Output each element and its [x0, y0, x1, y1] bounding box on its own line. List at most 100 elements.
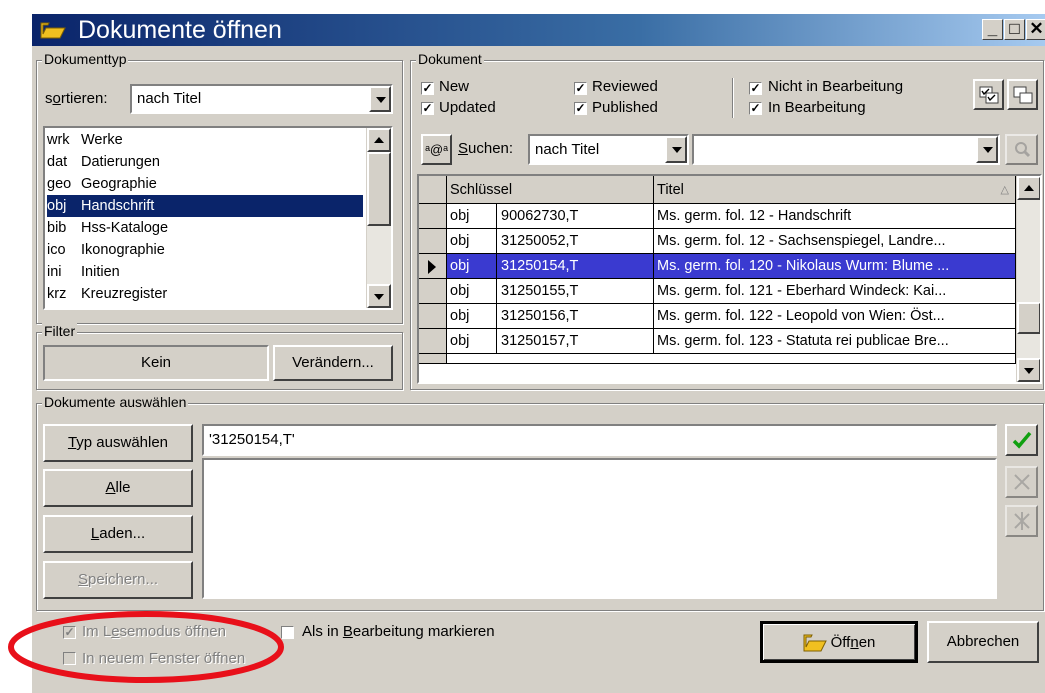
table-cell-key[interactable]: 31250157,T	[497, 329, 654, 354]
maximize-button[interactable]: □	[1004, 19, 1025, 40]
check-all-icon	[979, 86, 998, 104]
table-cell-key[interactable]: 90062730,T	[497, 204, 654, 229]
table-cell-key[interactable]: 31250156,T	[497, 304, 654, 329]
scroll-thumb[interactable]	[367, 152, 391, 226]
dokumenttyp-list-item[interactable]: ico Ikonographie	[47, 239, 363, 261]
row-indicator[interactable]	[419, 254, 447, 279]
reviewed-checkbox[interactable]: ✓	[574, 82, 587, 95]
search-go-button[interactable]	[1005, 134, 1038, 165]
dialog-window: Dokumente öffnen _ □ ✕ Dokumenttyp sorti…	[0, 0, 1045, 693]
results-grid[interactable]: Schlüssel Titel △ obj 90062730,T Ms. germ. fo…	[417, 174, 1042, 384]
dokument-label: Dokument	[416, 51, 484, 67]
column-header-key[interactable]: Schlüssel	[447, 176, 654, 204]
dokumenttyp-list-item[interactable]: geo Geographie	[47, 173, 363, 195]
dokumenttyp-list-item[interactable]: dat Datierungen	[47, 151, 363, 173]
type-name: Initien	[81, 264, 120, 280]
table-cell-type[interactable]: obj	[447, 229, 497, 254]
type-name: Geographie	[81, 176, 157, 192]
table-cell-type[interactable]: obj	[447, 204, 497, 229]
minimize-button[interactable]: _	[982, 19, 1003, 40]
type-name: Hss-Kataloge	[81, 220, 169, 236]
row-indicator[interactable]	[419, 279, 447, 304]
column-header-title[interactable]: Titel △	[654, 176, 1016, 204]
table-cell-title[interactable]: Ms. germ. fol. 122 - Leopold von Wien: Ö…	[654, 304, 1016, 329]
table-row-partial[interactable]	[447, 354, 1016, 364]
search-input[interactable]	[692, 134, 1000, 165]
dokumenttyp-scrollbar[interactable]	[366, 128, 391, 308]
dokumenttyp-list-item[interactable]: ini Initien	[47, 261, 363, 283]
table-cell-title[interactable]: Ms. germ. fol. 121 - Eberhard Windeck: K…	[654, 279, 1016, 304]
dokumenttyp-list[interactable]: wrk Werke dat Datierungen geo Geographie obj Ha…	[43, 126, 393, 310]
row-indicator[interactable]	[419, 354, 447, 364]
speichern-button[interactable]: Speichern...	[43, 561, 193, 599]
selection-input[interactable]: '31250154,T'	[202, 424, 997, 456]
row-indicator[interactable]	[419, 204, 447, 229]
dokumenttyp-list-item[interactable]: obj Handschrift	[47, 195, 363, 217]
dokumenttyp-label: Dokumenttyp	[42, 51, 129, 67]
bearbeitung-label: Als in Bearbeitung markieren	[302, 623, 495, 640]
sort-select-value: nach Titel	[137, 90, 202, 107]
type-code: wrk	[47, 132, 70, 148]
window-title: Dokumente öffnen	[78, 16, 282, 44]
table-cell-title[interactable]: Ms. germ. fol. 120 - Nikolaus Wurm: Blum…	[654, 254, 1016, 279]
auswahl-label: Dokumente auswählen	[42, 394, 189, 410]
row-indicator[interactable]	[419, 329, 447, 354]
dokumenttyp-list-item[interactable]: bib Hss-Kataloge	[47, 217, 363, 239]
type-code: obj	[47, 198, 67, 214]
in-bearbeitung-checkbox[interactable]: ✓	[749, 102, 762, 115]
chevron-down-icon[interactable]	[665, 136, 687, 163]
typ-auswaehlen-button[interactable]: Typ auswählen	[43, 424, 193, 462]
table-cell-type[interactable]: obj	[447, 279, 497, 304]
alle-button[interactable]: Alle	[43, 469, 193, 507]
table-cell-title[interactable]: Ms. germ. fol. 12 - Handschrift	[654, 204, 1016, 229]
table-cell-key[interactable]: 31250154,T	[497, 254, 654, 279]
published-checkbox[interactable]: ✓	[574, 102, 587, 115]
row-indicator[interactable]	[419, 304, 447, 329]
table-cell-title[interactable]: Ms. germ. fol. 123 - Statuta rei publica…	[654, 329, 1016, 354]
scroll-down-button[interactable]	[1017, 358, 1040, 382]
search-mode-select[interactable]: nach Titel	[528, 134, 689, 165]
table-cell-type[interactable]: obj	[447, 254, 497, 279]
remove-button[interactable]	[1005, 466, 1038, 498]
dokumenttyp-list-item[interactable]: krz Kreuzregister	[47, 283, 363, 305]
table-cell-type[interactable]: obj	[447, 329, 497, 354]
remove-all-icon	[1013, 512, 1030, 530]
table-cell-key[interactable]: 31250052,T	[497, 229, 654, 254]
table-cell-key[interactable]: 31250155,T	[497, 279, 654, 304]
filter-value: Kein	[43, 345, 269, 381]
filter-change-button[interactable]: Verändern...	[273, 345, 393, 381]
chevron-down-icon[interactable]	[369, 86, 391, 112]
nicht-in-bearbeitung-checkbox[interactable]: ✓	[749, 82, 762, 95]
table-cell-title[interactable]: Ms. germ. fol. 12 - Sachsenspiegel, Land…	[654, 229, 1016, 254]
updated-checkbox[interactable]: ✓	[421, 102, 434, 115]
scroll-up-button[interactable]	[367, 128, 391, 152]
sort-select[interactable]: nach Titel	[130, 84, 393, 114]
scroll-down-button[interactable]	[367, 284, 391, 308]
title-bar[interactable]: Dokumente öffnen _ □ ✕	[32, 14, 1045, 46]
check-all-button[interactable]	[973, 79, 1004, 110]
cancel-button[interactable]: Abbrechen	[927, 621, 1039, 663]
type-name: Werke	[81, 132, 123, 148]
type-name: Handschrift	[81, 198, 155, 214]
selection-list[interactable]	[202, 458, 997, 599]
scroll-thumb[interactable]	[1017, 302, 1040, 334]
in-bearbeitung-label: In Bearbeitung	[768, 99, 866, 116]
new-checkbox[interactable]: ✓	[421, 82, 434, 95]
sort-asc-icon: △	[1000, 184, 1009, 196]
type-code: ini	[47, 264, 62, 280]
type-name: Ikonographie	[81, 242, 165, 258]
chevron-down-icon[interactable]	[976, 136, 998, 163]
remove-all-button[interactable]	[1005, 505, 1038, 537]
scroll-up-button[interactable]	[1017, 176, 1040, 200]
uncheck-all-button[interactable]	[1007, 79, 1038, 110]
accept-button[interactable]	[1005, 424, 1038, 456]
results-scrollbar[interactable]	[1016, 176, 1040, 382]
reviewed-label: Reviewed	[592, 78, 658, 95]
laden-button[interactable]: Laden...	[43, 515, 193, 553]
close-button[interactable]: ✕	[1026, 19, 1045, 40]
table-cell-type[interactable]: obj	[447, 304, 497, 329]
search-mode-button[interactable]: ᵃ@ᵃ	[421, 134, 452, 165]
row-indicator[interactable]	[419, 229, 447, 254]
dokumenttyp-list-item[interactable]: wrk Werke	[47, 129, 363, 151]
open-button[interactable]: Öffnen	[760, 621, 918, 663]
